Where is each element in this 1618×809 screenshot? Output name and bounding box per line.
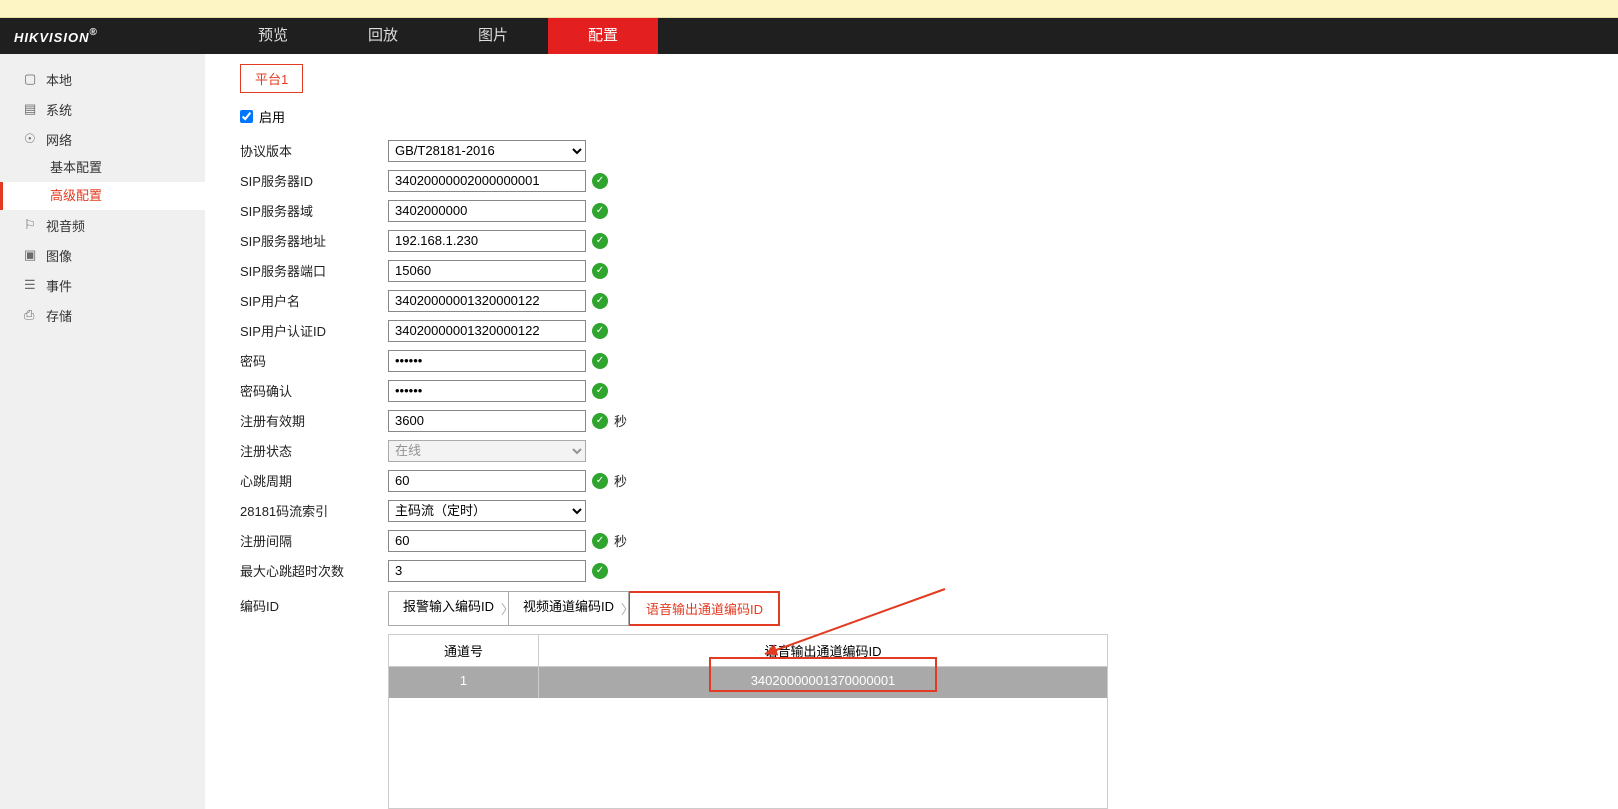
sidebar-image[interactable]: ▣图像 bbox=[0, 240, 205, 270]
label-sip-auth: SIP用户认证ID bbox=[240, 321, 388, 340]
encode-tab-video[interactable]: 视频通道编码ID 〉 bbox=[508, 591, 629, 626]
sidebar-item-label: 本地 bbox=[46, 70, 72, 89]
check-icon: ✓ bbox=[592, 203, 608, 219]
encode-tab-alarm[interactable]: 报警输入编码ID 〉 bbox=[388, 591, 509, 626]
input-pwd2[interactable] bbox=[388, 380, 586, 402]
input-reg-interval[interactable] bbox=[388, 530, 586, 552]
nav-image[interactable]: 图片 bbox=[438, 18, 548, 54]
encode-tab-audio[interactable]: 语音输出通道编码ID bbox=[632, 595, 777, 622]
label-sip-port: SIP服务器端口 bbox=[240, 261, 388, 280]
table-row[interactable]: 1 34020000001370000001 bbox=[389, 667, 1107, 698]
sidebar: ▢本地 ▤系统 ☉网络 基本配置 高级配置 ⚐视音频 ▣图像 ☰事件 ⎙存储 bbox=[0, 54, 205, 809]
label-encode-id: 编码ID bbox=[240, 596, 388, 615]
select-reg-status: 在线 bbox=[388, 440, 586, 462]
sidebar-basic-config[interactable]: 基本配置 bbox=[0, 154, 205, 182]
sidebar-item-label: 存储 bbox=[46, 306, 72, 325]
sidebar-item-label: 网络 bbox=[46, 130, 72, 149]
check-icon: ✓ bbox=[592, 413, 608, 429]
label-reg-status: 注册状态 bbox=[240, 441, 388, 460]
check-icon: ✓ bbox=[592, 533, 608, 549]
label-reg-interval: 注册间隔 bbox=[240, 531, 388, 550]
th-channel: 通道号 bbox=[389, 635, 539, 666]
input-sip-domain[interactable] bbox=[388, 200, 586, 222]
select-protocol[interactable]: GB/T28181-2016 bbox=[388, 140, 586, 162]
encode-id-value: 34020000001370000001 bbox=[751, 673, 896, 688]
unit-seconds: 秒 bbox=[614, 531, 627, 550]
td-encode-id: 34020000001370000001 bbox=[539, 667, 1107, 698]
td-channel: 1 bbox=[389, 667, 539, 698]
encode-table: 通道号 语音输出通道编码ID 1 34020000001370000001 bbox=[388, 634, 1108, 809]
label-sip-user: SIP用户名 bbox=[240, 291, 388, 310]
check-icon: ✓ bbox=[592, 563, 608, 579]
sidebar-item-label: 事件 bbox=[46, 276, 72, 295]
highlight-box: 语音输出通道编码ID bbox=[628, 591, 780, 626]
encode-tab-label: 语音输出通道编码ID bbox=[646, 602, 763, 617]
sidebar-item-label: 系统 bbox=[46, 100, 72, 119]
label-sip-domain: SIP服务器域 bbox=[240, 201, 388, 220]
sidebar-event[interactable]: ☰事件 bbox=[0, 270, 205, 300]
input-sip-id[interactable] bbox=[388, 170, 586, 192]
encode-tab-label: 视频通道编码ID bbox=[523, 599, 614, 614]
label-heartbeat: 心跳周期 bbox=[240, 471, 388, 490]
platform-tab[interactable]: 平台1 bbox=[240, 64, 303, 93]
unit-seconds: 秒 bbox=[614, 471, 627, 490]
input-sip-port[interactable] bbox=[388, 260, 586, 282]
input-sip-auth[interactable] bbox=[388, 320, 586, 342]
input-heartbeat[interactable] bbox=[388, 470, 586, 492]
check-icon: ✓ bbox=[592, 353, 608, 369]
label-reg-expire: 注册有效期 bbox=[240, 411, 388, 430]
check-icon: ✓ bbox=[592, 383, 608, 399]
check-icon: ✓ bbox=[592, 233, 608, 249]
check-icon: ✓ bbox=[592, 473, 608, 489]
input-sip-addr[interactable] bbox=[388, 230, 586, 252]
nav-preview[interactable]: 预览 bbox=[218, 18, 328, 54]
sidebar-item-label: 视音频 bbox=[46, 216, 85, 235]
check-icon: ✓ bbox=[592, 323, 608, 339]
input-reg-expire[interactable] bbox=[388, 410, 586, 432]
header: HIKVISION® 预览 回放 图片 配置 bbox=[0, 18, 1618, 54]
nav-playback[interactable]: 回放 bbox=[328, 18, 438, 54]
nav-config[interactable]: 配置 bbox=[548, 18, 658, 54]
browser-info-bar bbox=[0, 0, 1618, 18]
sidebar-av[interactable]: ⚐视音频 bbox=[0, 210, 205, 240]
label-max-hb: 最大心跳超时次数 bbox=[240, 561, 388, 580]
sidebar-storage[interactable]: ⎙存储 bbox=[0, 300, 205, 330]
label-sip-addr: SIP服务器地址 bbox=[240, 231, 388, 250]
enable-label: 启用 bbox=[259, 107, 285, 126]
label-sip-id: SIP服务器ID bbox=[240, 171, 388, 190]
calendar-icon: ☰ bbox=[24, 277, 46, 293]
brand-text: HIKVISION bbox=[14, 30, 89, 45]
brand-suffix: ® bbox=[89, 27, 97, 38]
input-pwd[interactable] bbox=[388, 350, 586, 372]
globe-icon: ☉ bbox=[24, 131, 46, 147]
label-pwd2: 密码确认 bbox=[240, 381, 388, 400]
picture-icon: ▣ bbox=[24, 247, 46, 263]
save-icon: ⎙ bbox=[24, 307, 46, 323]
label-pwd: 密码 bbox=[240, 351, 388, 370]
unit-seconds: 秒 bbox=[614, 411, 627, 430]
sidebar-item-label: 图像 bbox=[46, 246, 72, 265]
sidebar-network[interactable]: ☉网络 bbox=[0, 124, 205, 154]
encode-tab-label: 报警输入编码ID bbox=[403, 599, 494, 614]
label-stream-idx: 28181码流索引 bbox=[240, 501, 388, 520]
input-max-hb[interactable] bbox=[388, 560, 586, 582]
sidebar-local[interactable]: ▢本地 bbox=[0, 64, 205, 94]
table-empty-space bbox=[389, 698, 1107, 808]
monitor-icon: ▢ bbox=[24, 71, 46, 87]
highlight-box: 34020000001370000001 bbox=[709, 657, 938, 692]
check-icon: ✓ bbox=[592, 263, 608, 279]
input-sip-user[interactable] bbox=[388, 290, 586, 312]
check-icon: ✓ bbox=[592, 293, 608, 309]
enable-checkbox[interactable] bbox=[240, 110, 253, 123]
select-stream-idx[interactable]: 主码流（定时） bbox=[388, 500, 586, 522]
content-area: 平台1 启用 协议版本 GB/T28181-2016 SIP服务器ID ✓ SI… bbox=[205, 54, 1618, 809]
sidebar-advanced-config[interactable]: 高级配置 bbox=[0, 182, 205, 210]
label-protocol: 协议版本 bbox=[240, 141, 388, 160]
brand-logo: HIKVISION® bbox=[0, 26, 218, 47]
system-icon: ▤ bbox=[24, 101, 46, 117]
check-icon: ✓ bbox=[592, 173, 608, 189]
mic-icon: ⚐ bbox=[24, 217, 46, 233]
sidebar-system[interactable]: ▤系统 bbox=[0, 94, 205, 124]
